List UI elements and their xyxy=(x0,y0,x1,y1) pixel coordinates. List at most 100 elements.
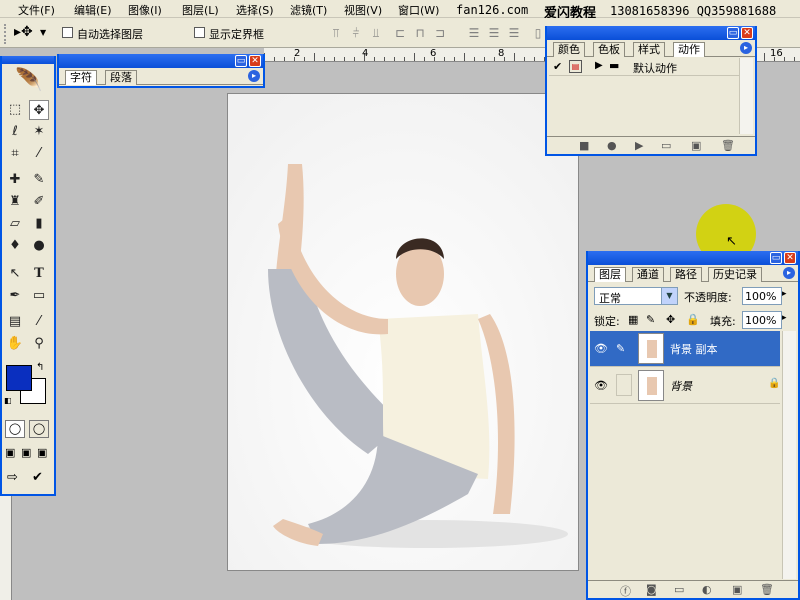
menu-layer[interactable]: 图层(L) xyxy=(182,2,219,18)
close-icon[interactable]: ✕ xyxy=(784,252,796,264)
type-tool-icon[interactable]: T xyxy=(29,264,49,284)
foreground-color-swatch[interactable] xyxy=(6,365,32,391)
move-tool-icon[interactable]: ▸✥ xyxy=(14,24,33,40)
document-canvas[interactable] xyxy=(227,93,579,571)
blend-mode-select[interactable]: 正常 ▼ xyxy=(594,287,678,305)
eye-icon[interactable]: 👁 xyxy=(594,342,608,355)
play-icon[interactable]: ▶ xyxy=(635,139,643,152)
opacity-input[interactable]: 100% xyxy=(742,287,782,305)
chevron-down-icon[interactable]: ▼ xyxy=(661,288,677,304)
menu-image[interactable]: 图像(I) xyxy=(128,2,162,18)
close-icon[interactable]: ✕ xyxy=(249,55,261,67)
lock-all-icon[interactable]: 🔒 xyxy=(686,313,700,326)
swap-colors-icon[interactable]: ↰ xyxy=(36,362,44,373)
layer-row-background-copy[interactable]: 👁 ✎ 背景 副本 xyxy=(590,331,780,367)
shape-tool-icon[interactable]: ▭ xyxy=(29,286,49,306)
opacity-arrow-icon[interactable]: ▸ xyxy=(782,289,787,299)
clone-stamp-icon[interactable]: ♜ xyxy=(5,192,25,212)
chevron-down-icon[interactable]: ▼ xyxy=(40,28,46,37)
actions-panel-titlebar[interactable]: ▭ ✕ xyxy=(547,26,755,40)
minimize-icon[interactable]: ▭ xyxy=(727,27,739,39)
tab-styles[interactable]: 样式 xyxy=(633,42,665,57)
healing-brush-icon[interactable]: ✚ xyxy=(5,170,25,190)
adjustment-layer-icon[interactable]: ◐ xyxy=(702,583,712,596)
quickmask-mode-icon[interactable]: ◯ xyxy=(29,420,49,438)
menu-edit[interactable]: 编辑(E) xyxy=(74,2,112,18)
menu-view[interactable]: 视图(V) xyxy=(344,2,382,18)
brush-link-icon[interactable]: ✎ xyxy=(616,342,625,355)
align-vcenter-icon[interactable]: ⫩ xyxy=(348,25,364,41)
layer-name[interactable]: 背景 副本 xyxy=(670,341,718,357)
screen-mode-full-menu-icon[interactable]: ▣ xyxy=(21,446,31,459)
panel-menu-icon[interactable]: ▸ xyxy=(783,267,795,279)
trash-icon[interactable]: 🗑 xyxy=(721,139,735,152)
menu-file[interactable]: 文件(F) xyxy=(18,2,55,18)
tab-swatches[interactable]: 色板 xyxy=(593,42,625,57)
minimize-icon[interactable]: ▭ xyxy=(235,55,247,67)
lasso-tool-icon[interactable]: ℓ xyxy=(5,122,25,142)
eyedropper-icon[interactable]: ⁄ xyxy=(29,312,49,332)
auto-select-checkbox[interactable] xyxy=(62,27,73,38)
path-select-icon[interactable]: ↖ xyxy=(5,264,25,284)
align-left-icon[interactable]: ⊏ xyxy=(392,25,408,41)
tab-color[interactable]: 颜色 xyxy=(553,42,585,57)
layer-style-icon[interactable]: ⓕ xyxy=(620,583,631,599)
fill-input[interactable]: 100% xyxy=(742,311,782,329)
crop-tool-icon[interactable]: ⌗ xyxy=(5,144,25,164)
gradient-tool-icon[interactable]: ▮ xyxy=(29,214,49,234)
eye-icon[interactable]: 👁 xyxy=(594,379,608,392)
jump-to-imageready-icon[interactable]: ⇨ xyxy=(7,470,18,485)
fill-arrow-icon[interactable]: ▸ xyxy=(782,313,787,323)
link-slot[interactable] xyxy=(616,374,632,396)
marquee-tool-icon[interactable]: ⬚ xyxy=(5,100,25,120)
screen-mode-full-icon[interactable]: ▣ xyxy=(37,446,47,459)
distribute-left-icon[interactable]: ▯ xyxy=(530,25,546,41)
history-brush-icon[interactable]: ✐ xyxy=(29,192,49,212)
minimize-icon[interactable]: ▭ xyxy=(770,252,782,264)
new-group-icon[interactable]: ▭ xyxy=(674,583,684,596)
slice-tool-icon[interactable]: ⁄ xyxy=(29,144,49,164)
toolbox-titlebar[interactable] xyxy=(2,56,54,64)
imageready-icon[interactable]: ✔ xyxy=(32,470,43,485)
distribute-bottom-icon[interactable]: ☰ xyxy=(506,25,522,41)
hand-tool-icon[interactable]: ✋ xyxy=(5,334,25,354)
tab-character[interactable]: 字符 xyxy=(65,70,97,85)
character-panel-titlebar[interactable]: ▭ ✕ xyxy=(59,54,263,68)
lock-move-icon[interactable]: ✥ xyxy=(666,313,675,326)
move-tool-icon[interactable]: ✥ xyxy=(29,100,49,120)
new-action-icon[interactable]: ▣ xyxy=(691,139,701,152)
lock-paint-icon[interactable]: ✎ xyxy=(646,313,655,326)
layer-name[interactable]: 背景 xyxy=(670,378,692,394)
pen-tool-icon[interactable]: ✒ xyxy=(5,286,25,306)
menu-window[interactable]: 窗口(W) xyxy=(398,2,439,18)
menu-filter[interactable]: 滤镜(T) xyxy=(290,2,327,18)
eraser-tool-icon[interactable]: ▱ xyxy=(5,214,25,234)
layers-scrollbar[interactable] xyxy=(782,331,796,579)
default-colors-icon[interactable]: ◧ xyxy=(4,396,12,405)
standard-mode-icon[interactable]: ◯ xyxy=(5,420,25,438)
tab-paths[interactable]: 路径 xyxy=(670,267,702,282)
zoom-tool-icon[interactable]: ⚲ xyxy=(29,334,49,354)
trash-icon[interactable]: 🗑 xyxy=(760,583,774,596)
action-check-icon[interactable]: ✔ xyxy=(553,60,562,73)
notes-tool-icon[interactable]: ▤ xyxy=(5,312,25,332)
panel-menu-icon[interactable]: ▸ xyxy=(740,42,752,54)
tab-channels[interactable]: 通道 xyxy=(632,267,664,282)
actions-scrollbar[interactable] xyxy=(739,58,753,134)
blur-tool-icon[interactable]: ♦ xyxy=(5,236,25,256)
tab-actions[interactable]: 动作 xyxy=(673,42,705,57)
magic-wand-icon[interactable]: ✶ xyxy=(29,122,49,142)
align-right-icon[interactable]: ⊐ xyxy=(432,25,448,41)
align-top-icon[interactable]: ⫪ xyxy=(328,25,344,41)
tab-paragraph[interactable]: 段落 xyxy=(105,70,137,85)
layer-mask-icon[interactable]: ◙ xyxy=(646,583,657,596)
distribute-vcenter-icon[interactable]: ☰ xyxy=(486,25,502,41)
close-icon[interactable]: ✕ xyxy=(741,27,753,39)
tab-layers[interactable]: 图层 xyxy=(594,267,626,282)
new-set-icon[interactable]: ▭ xyxy=(661,139,671,152)
distribute-top-icon[interactable]: ☰ xyxy=(466,25,482,41)
align-hcenter-icon[interactable]: ⊓ xyxy=(412,25,428,41)
new-layer-icon[interactable]: ▣ xyxy=(732,583,742,596)
action-set-row[interactable]: ✔ ▤ ▶ ▬ 默认动作 xyxy=(549,58,741,76)
tab-history[interactable]: 历史记录 xyxy=(708,267,762,282)
